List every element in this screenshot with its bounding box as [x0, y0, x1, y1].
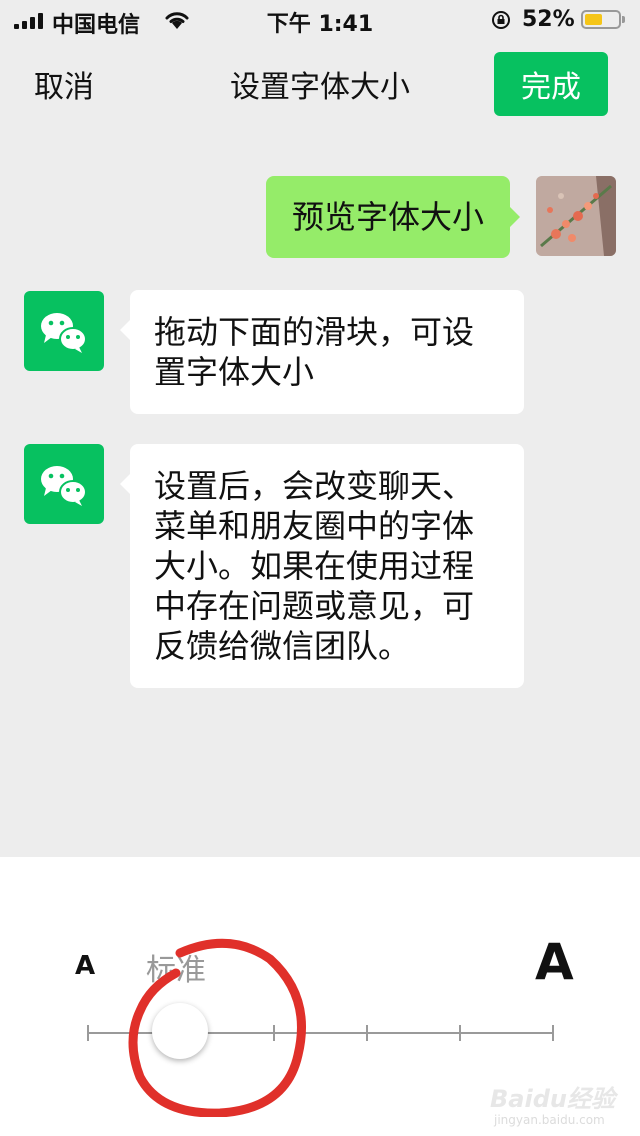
outgoing-bubble: 预览字体大小 — [265, 176, 521, 258]
nav-bar: 取消 设置字体大小 完成 — [0, 40, 640, 128]
font-size-panel: A 标准 A Baidu经验 jingyan.baidu.com — [0, 857, 640, 1136]
outgoing-message: 预览字体大小 — [265, 176, 521, 258]
done-button[interactable]: 完成 — [494, 52, 608, 116]
incoming-message: 拖动下面的滑块，可设置字体大小 — [120, 290, 524, 414]
wechat-logo-icon[interactable] — [24, 444, 104, 524]
slider-tick[interactable] — [366, 1025, 368, 1041]
slider-tick[interactable] — [552, 1025, 554, 1041]
battery-fill — [585, 14, 602, 25]
user-photo-avatar[interactable] — [536, 176, 616, 256]
rotation-lock-icon — [492, 11, 510, 29]
battery-percent: 52% — [522, 7, 575, 32]
baidu-watermark: Baidu经验 jingyan.baidu.com — [490, 1085, 615, 1127]
battery-icon — [581, 10, 625, 29]
slider-tick[interactable] — [87, 1025, 89, 1041]
incoming-bubble: 设置后，会改变聊天、菜单和朋友圈中的字体大小。如果在使用过程中存在问题或意见，可… — [120, 444, 524, 688]
status-bar: 中国电信 下午 1:41 52% — [0, 0, 640, 40]
slider-tick[interactable] — [273, 1025, 275, 1041]
large-font-label: A — [535, 933, 574, 991]
small-font-label: A — [75, 951, 96, 981]
incoming-bubble: 拖动下面的滑块，可设置字体大小 — [120, 290, 524, 414]
current-size-label: 标准 — [146, 953, 206, 988]
incoming-message: 设置后，会改变聊天、菜单和朋友圈中的字体大小。如果在使用过程中存在问题或意见，可… — [120, 444, 524, 688]
slider-thumb[interactable] — [152, 1003, 209, 1059]
slider-tick[interactable] — [459, 1025, 461, 1041]
wechat-logo-icon[interactable] — [24, 291, 104, 371]
